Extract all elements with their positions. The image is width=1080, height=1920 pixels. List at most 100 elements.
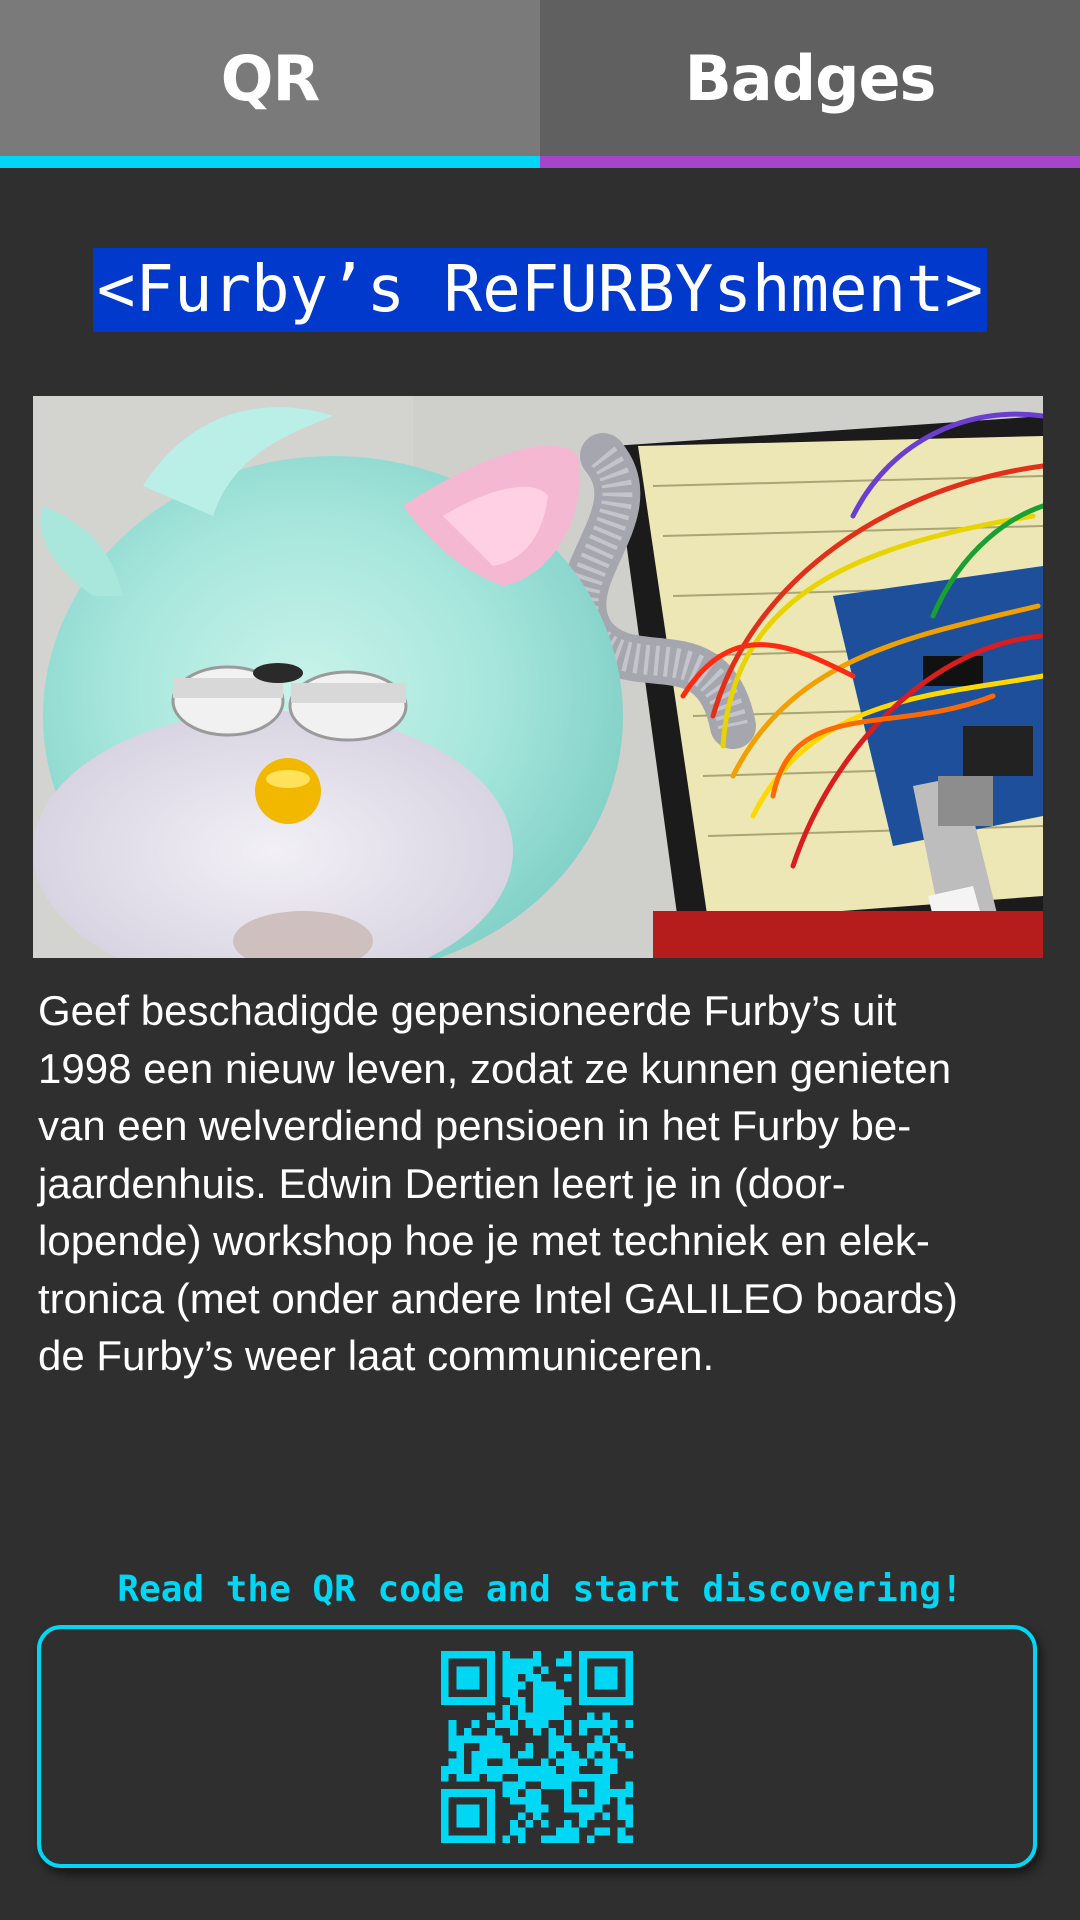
qr-module — [479, 1696, 488, 1705]
qr-module — [471, 1650, 480, 1659]
qr-module — [594, 1788, 603, 1797]
qr-module — [556, 1827, 564, 1835]
qr-module — [617, 1788, 626, 1797]
qr-module — [548, 1696, 557, 1705]
qr-module — [510, 1681, 518, 1689]
qr-module — [602, 1665, 610, 1674]
qr-module — [471, 1819, 480, 1828]
qr-module — [586, 1804, 595, 1812]
qr-module — [487, 1773, 495, 1782]
qr-module — [594, 1742, 603, 1751]
qr-module — [456, 1673, 465, 1682]
qr-module — [602, 1742, 610, 1751]
qr-module — [510, 1688, 518, 1697]
qr-module — [510, 1758, 518, 1766]
qr-module — [494, 1742, 503, 1751]
tab-qr[interactable]: QR — [0, 0, 540, 168]
qr-module — [625, 1658, 633, 1666]
qr-module — [448, 1727, 457, 1735]
qr-module — [548, 1688, 557, 1697]
qr-module — [594, 1796, 603, 1805]
qr-module — [579, 1665, 587, 1674]
qr-module — [563, 1750, 572, 1759]
qr-module — [525, 1665, 534, 1674]
qr-module — [602, 1711, 610, 1720]
qr-module — [548, 1765, 557, 1774]
qr-module — [540, 1688, 549, 1697]
qr-module — [487, 1819, 495, 1828]
qr-module — [456, 1773, 465, 1782]
qr-module — [517, 1834, 526, 1843]
qr-module — [533, 1719, 541, 1728]
qr-module — [448, 1696, 457, 1705]
description-line: tronica (met onder andere Intel GALILEO … — [38, 1274, 958, 1322]
qr-module — [602, 1681, 610, 1689]
qr-module — [502, 1658, 511, 1666]
qr-module — [487, 1734, 495, 1743]
qr-module — [441, 1796, 449, 1805]
qr-module — [441, 1696, 449, 1705]
qr-module — [494, 1773, 503, 1782]
qr-module — [471, 1665, 480, 1674]
title-container: <Furby’s ReFURBYshment> — [0, 248, 1080, 332]
qr-module — [540, 1804, 549, 1812]
qr-module — [556, 1742, 564, 1751]
qr-code-icon[interactable] — [441, 1650, 633, 1843]
qr-module — [502, 1750, 511, 1759]
qr-module — [502, 1681, 511, 1689]
qr-module — [548, 1711, 557, 1720]
description: Geef beschadigde gepensioneerde Furby’s … — [38, 982, 1048, 1385]
qr-module — [502, 1765, 511, 1774]
qr-module — [456, 1665, 465, 1674]
qr-module — [456, 1758, 465, 1766]
qr-module — [441, 1773, 449, 1782]
qr-module — [594, 1781, 603, 1789]
qr-module — [556, 1696, 564, 1705]
qr-module — [625, 1688, 633, 1697]
qr-module — [625, 1696, 633, 1705]
qr-module — [510, 1765, 518, 1774]
qr-module — [502, 1742, 511, 1751]
qr-module — [471, 1750, 480, 1759]
qr-module — [579, 1811, 587, 1820]
qr-module — [548, 1750, 557, 1759]
qr-module — [563, 1834, 572, 1843]
tab-qr-indicator — [0, 156, 540, 168]
page-title: <Furby’s ReFURBYshment> — [92, 248, 988, 332]
qr-module — [556, 1734, 564, 1743]
qr-module — [525, 1804, 534, 1812]
qr-card[interactable] — [37, 1625, 1037, 1868]
qr-module — [563, 1727, 572, 1735]
qr-module — [594, 1758, 603, 1766]
qr-module — [602, 1673, 610, 1682]
qr-module — [594, 1827, 603, 1835]
qr-module — [441, 1788, 449, 1797]
qr-module — [479, 1834, 488, 1843]
qr-module — [456, 1788, 465, 1797]
qr-module — [579, 1650, 587, 1659]
qr-module — [563, 1696, 572, 1705]
qr-module — [625, 1650, 633, 1659]
tab-badges[interactable]: Badges — [540, 0, 1080, 168]
qr-module — [540, 1711, 549, 1720]
qr-module — [533, 1704, 541, 1712]
qr-module — [533, 1650, 541, 1659]
qr-module — [548, 1734, 557, 1743]
furby-photo — [33, 396, 1043, 958]
qr-module — [586, 1834, 595, 1843]
qr-module — [579, 1788, 587, 1797]
qr-module — [579, 1804, 587, 1812]
qr-module — [525, 1750, 534, 1759]
qr-module — [502, 1704, 511, 1712]
qr-module — [586, 1742, 595, 1751]
qr-module — [602, 1765, 610, 1774]
qr-module — [502, 1788, 511, 1797]
qr-module — [533, 1804, 541, 1812]
qr-module — [494, 1765, 503, 1774]
qr-module — [563, 1765, 572, 1774]
qr-module — [556, 1781, 564, 1789]
qr-module — [533, 1811, 541, 1820]
qr-module — [487, 1673, 495, 1682]
qr-module — [540, 1834, 549, 1843]
qr-module — [464, 1727, 472, 1735]
